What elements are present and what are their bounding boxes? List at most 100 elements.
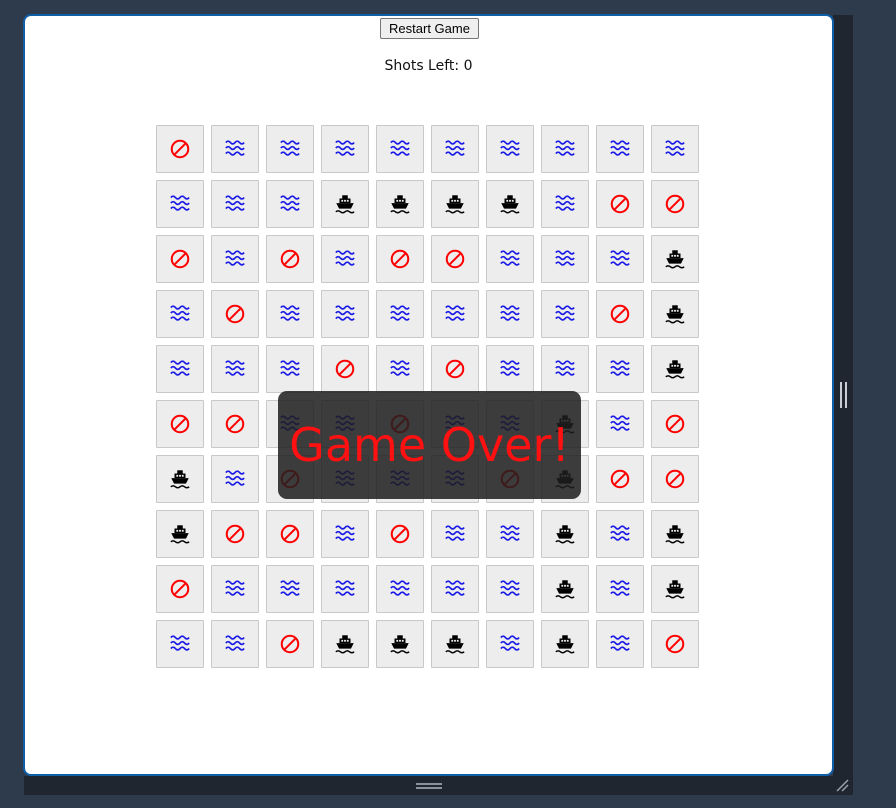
board-cell[interactable] (156, 345, 204, 393)
board-cell[interactable] (156, 125, 204, 173)
board-cell[interactable] (486, 345, 534, 393)
board-cell[interactable] (486, 510, 534, 558)
board-cell[interactable] (596, 125, 644, 173)
board-cell[interactable] (321, 510, 369, 558)
board-cell[interactable] (376, 235, 424, 283)
board-cell[interactable] (266, 345, 314, 393)
board-cell[interactable] (211, 565, 259, 613)
board-cell[interactable] (376, 345, 424, 393)
board-cell[interactable] (211, 345, 259, 393)
board-cell[interactable] (266, 290, 314, 338)
board-cell[interactable] (431, 345, 479, 393)
board-cell[interactable] (266, 620, 314, 668)
board-cell[interactable] (321, 620, 369, 668)
board-cell[interactable] (266, 510, 314, 558)
resize-grip-vertical[interactable] (840, 382, 847, 408)
board-cell[interactable] (596, 510, 644, 558)
board-cell[interactable] (266, 125, 314, 173)
board-cell[interactable] (596, 565, 644, 613)
board-cell[interactable] (431, 290, 479, 338)
board-cell[interactable] (651, 345, 699, 393)
water-icon (280, 195, 300, 211)
board-cell[interactable] (651, 235, 699, 283)
board-cell[interactable] (651, 455, 699, 503)
board-cell[interactable] (266, 565, 314, 613)
board-cell[interactable] (486, 235, 534, 283)
board-cell[interactable] (211, 290, 259, 338)
board-cell[interactable] (211, 510, 259, 558)
board-cell[interactable] (541, 620, 589, 668)
board-cell[interactable] (431, 180, 479, 228)
water-icon (335, 305, 355, 321)
board-cell[interactable] (211, 620, 259, 668)
board-cell[interactable] (431, 510, 479, 558)
board-cell[interactable] (211, 400, 259, 448)
board-cell[interactable] (541, 125, 589, 173)
board-cell[interactable] (541, 235, 589, 283)
board-cell[interactable] (596, 455, 644, 503)
board-cell[interactable] (321, 125, 369, 173)
board-cell[interactable] (156, 180, 204, 228)
restart-game-button[interactable]: Restart Game (380, 18, 479, 39)
board-cell[interactable] (431, 620, 479, 668)
board-cell[interactable] (211, 455, 259, 503)
water-icon (500, 140, 520, 156)
board-cell[interactable] (211, 180, 259, 228)
board-cell[interactable] (156, 290, 204, 338)
board-cell[interactable] (321, 235, 369, 283)
board-cell[interactable] (156, 565, 204, 613)
board-cell[interactable] (321, 565, 369, 613)
water-icon (555, 195, 575, 211)
ship-icon (170, 525, 190, 544)
board-cell[interactable] (376, 620, 424, 668)
board-cell[interactable] (431, 565, 479, 613)
board-cell[interactable] (651, 620, 699, 668)
board-cell[interactable] (596, 235, 644, 283)
board-cell[interactable] (376, 565, 424, 613)
board-cell[interactable] (431, 235, 479, 283)
board-cell[interactable] (596, 180, 644, 228)
board-cell[interactable] (211, 125, 259, 173)
board-cell[interactable] (596, 345, 644, 393)
board-cell[interactable] (651, 510, 699, 558)
board-cell[interactable] (211, 235, 259, 283)
ship-icon (335, 195, 355, 214)
board-cell[interactable] (156, 620, 204, 668)
board-cell[interactable] (596, 620, 644, 668)
board-cell[interactable] (541, 290, 589, 338)
board-cell[interactable] (541, 345, 589, 393)
board-cell[interactable] (541, 565, 589, 613)
board-cell[interactable] (651, 290, 699, 338)
board-cell[interactable] (596, 290, 644, 338)
board-cell[interactable] (376, 510, 424, 558)
board-cell[interactable] (541, 510, 589, 558)
board-cell[interactable] (156, 455, 204, 503)
board-cell[interactable] (156, 510, 204, 558)
board-cell[interactable] (266, 180, 314, 228)
board-cell[interactable] (431, 125, 479, 173)
board-cell[interactable] (651, 400, 699, 448)
ship-icon (445, 635, 465, 654)
board-cell[interactable] (321, 345, 369, 393)
board-cell[interactable] (156, 400, 204, 448)
board-cell[interactable] (376, 290, 424, 338)
board-cell[interactable] (651, 125, 699, 173)
board-cell[interactable] (486, 565, 534, 613)
board-cell[interactable] (596, 400, 644, 448)
board-cell[interactable] (486, 620, 534, 668)
resize-corner-icon[interactable] (835, 778, 849, 792)
board-cell[interactable] (376, 125, 424, 173)
water-icon (555, 140, 575, 156)
board-cell[interactable] (541, 180, 589, 228)
board-cell[interactable] (321, 290, 369, 338)
board-cell[interactable] (486, 180, 534, 228)
board-cell[interactable] (486, 290, 534, 338)
board-cell[interactable] (156, 235, 204, 283)
board-cell[interactable] (486, 125, 534, 173)
board-cell[interactable] (651, 180, 699, 228)
board-cell[interactable] (321, 180, 369, 228)
resize-grip-horizontal[interactable] (416, 783, 442, 789)
board-cell[interactable] (376, 180, 424, 228)
board-cell[interactable] (266, 235, 314, 283)
board-cell[interactable] (651, 565, 699, 613)
